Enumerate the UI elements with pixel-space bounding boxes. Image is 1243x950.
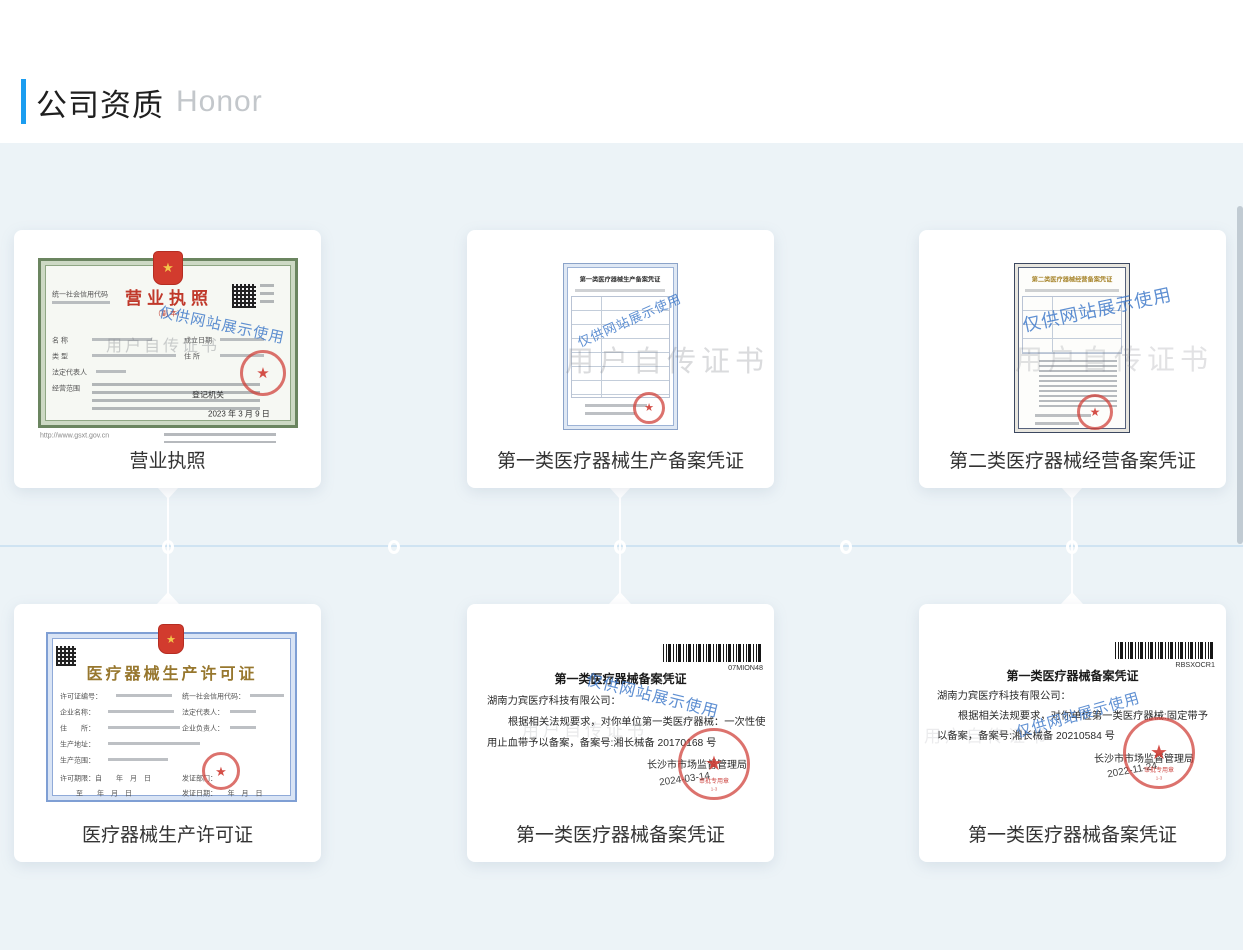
card-caption: 第二类医疗器械经营备案凭证 <box>919 446 1226 473</box>
official-seal: ★ 审批专用章 1-3 <box>678 728 750 800</box>
certificate-card-business-license[interactable]: ★ 统一社会信用代码 营业执照 （副 本） 名 称 成立日期 类 型 住 所 法… <box>14 230 321 488</box>
certificate-title: 第一类医疗器械生产备案凭证 <box>562 274 677 283</box>
field-label: 生产范围： <box>60 754 95 765</box>
timeline-node <box>1066 540 1078 554</box>
timeline-node <box>162 540 174 554</box>
redacted-text-line <box>108 710 174 713</box>
redacted-text-line <box>108 726 180 729</box>
redacted-text-line <box>52 301 110 304</box>
field-label: 统一社会信用代码： <box>182 690 245 701</box>
redacted-text-line <box>92 338 152 341</box>
field-label: 企业名称： <box>60 706 95 717</box>
section-title: 公司资质 <box>36 80 164 125</box>
seal-note: 1-3 <box>1144 776 1174 781</box>
document-line: 湖南力宾医疗科技有限公司： <box>487 692 621 707</box>
barcode <box>1115 642 1215 659</box>
field-label: 法定代表人： <box>182 706 224 717</box>
card-notch <box>609 592 631 604</box>
official-seal: ★ 审批专用章 1-3 <box>1123 717 1195 789</box>
certificate-card-class1-filing-1[interactable]: 07MION48 第一类医疗器械备案凭证 湖南力宾医疗科技有限公司： 根据相关法… <box>467 604 774 862</box>
redacted-text-line <box>230 710 256 713</box>
national-emblem-icon: ★ <box>153 251 183 285</box>
field-label: 生产地址： <box>60 738 95 749</box>
seal-label: 审批专用章 <box>694 776 734 785</box>
redacted-text-line <box>250 694 284 697</box>
credit-code-label: 统一社会信用代码 <box>52 288 108 299</box>
issuer-label: 登记机关 <box>192 388 224 400</box>
redacted-text-block <box>164 433 276 443</box>
official-seal: ★ <box>240 350 286 396</box>
redacted-text-line <box>220 338 264 341</box>
section-header: 公司资质 Honor <box>36 79 263 125</box>
validity-from: 许可期限：自 年 月 日 <box>60 772 151 783</box>
section-content: ★ 统一社会信用代码 营业执照 （副 本） 名 称 成立日期 类 型 住 所 法… <box>0 143 1243 950</box>
redacted-text-line <box>575 289 665 292</box>
certificate-card-production-filing[interactable]: 第一类医疗器械生产备案凭证 ★ 仅供网站展示使用 用户自传证书 第一类医疗器械生… <box>467 230 774 488</box>
field-label: 法定代表人 <box>52 366 87 377</box>
certificate-card-operation-filing[interactable]: 第二类医疗器械经营备案凭证 ★ 仅供网站展示使用 用户自传证书 第二类医疗器械经… <box>919 230 1226 488</box>
section-accent-bar <box>21 79 26 124</box>
certificate-table <box>1022 296 1122 354</box>
official-seal: ★ <box>202 752 240 790</box>
field-label: 许可证编号： <box>60 690 102 701</box>
document-title: 第一类医疗器械备案凭证 <box>467 670 774 687</box>
barcode <box>663 644 763 662</box>
field-label: 企业负责人： <box>182 722 224 733</box>
card-caption: 第一类医疗器械备案凭证 <box>919 820 1226 847</box>
redacted-text-line <box>585 412 635 415</box>
document-line: 湖南力宾医疗科技有限公司： <box>937 687 1071 702</box>
certificate-card-class1-filing-2[interactable]: RBSXOCR1 第一类医疗器械备案凭证 湖南力宾医疗科技有限公司： 根据相关法… <box>919 604 1226 862</box>
card-notch <box>157 592 179 604</box>
certificate-title: 第二类医疗器械经营备案凭证 <box>1014 274 1129 283</box>
field-label: 住 所 <box>184 350 200 361</box>
timeline-node <box>614 540 626 554</box>
footer-url: http://www.gsxt.gov.cn <box>40 432 109 440</box>
validity-to: 至 年 月 日 <box>76 787 132 798</box>
field-label: 住 所： <box>60 722 95 733</box>
field-label: 经营范围 <box>52 382 80 393</box>
document-line: 以备案，备案号:湘长械备 20210584 号 <box>937 727 1115 742</box>
table-divider <box>1052 297 1053 353</box>
field-label: 类 型 <box>52 350 68 361</box>
redacted-text-line <box>96 370 126 373</box>
redacted-text-block <box>260 284 274 308</box>
redacted-text-line <box>1035 422 1079 425</box>
seal-note: 1-3 <box>699 787 729 792</box>
license-date: 2023 年 3 月 9 日 <box>208 407 270 419</box>
certificate-card-production-license[interactable]: ★ 医疗器械生产许可证 许可证编号： 统一社会信用代码： 企业名称： 法定代表人… <box>14 604 321 862</box>
document-line: 根据相关法规要求，对你单位第一类医疗器械：一次性使 <box>508 713 765 728</box>
seal-label: 审批专用章 <box>1139 765 1179 774</box>
redacted-text-line <box>108 742 200 745</box>
redacted-text-line <box>1025 289 1119 292</box>
field-label: 成立日期 <box>184 334 212 345</box>
card-caption: 营业执照 <box>14 446 321 473</box>
table-divider <box>601 297 602 397</box>
official-seal: ★ <box>1077 394 1113 430</box>
redacted-text-line <box>92 354 176 357</box>
license-subtitle: （副 本） <box>131 307 208 318</box>
timeline-node <box>388 540 400 554</box>
page: 公司资质 Honor ★ 统一社会信用代码 营业执照 （副 本） 名 称 <box>0 0 1243 950</box>
document-title: 第一类医疗器械备案凭证 <box>919 667 1226 684</box>
scrollbar-thumb[interactable] <box>1237 206 1243 544</box>
card-caption: 第一类医疗器械生产备案凭证 <box>467 446 774 473</box>
field-label: 名 称 <box>52 334 68 345</box>
timeline-node <box>840 540 852 554</box>
national-emblem-icon: ★ <box>158 624 184 654</box>
card-caption: 第一类医疗器械备案凭证 <box>467 820 774 847</box>
license-title: 医疗器械生产许可证 <box>72 660 272 684</box>
redacted-text-line <box>116 694 172 697</box>
card-notch <box>1061 487 1083 499</box>
card-notch <box>609 487 631 499</box>
card-notch <box>1061 592 1083 604</box>
redacted-text-line <box>230 726 256 729</box>
card-notch <box>157 487 179 499</box>
license-title: 营业执照 <box>114 284 224 309</box>
certificate-table <box>571 296 670 398</box>
official-seal: ★ <box>633 392 665 424</box>
redacted-text-line <box>108 758 168 761</box>
card-caption: 医疗器械生产许可证 <box>14 820 321 847</box>
section-subtitle: Honor <box>176 85 263 119</box>
qr-code <box>232 284 256 308</box>
